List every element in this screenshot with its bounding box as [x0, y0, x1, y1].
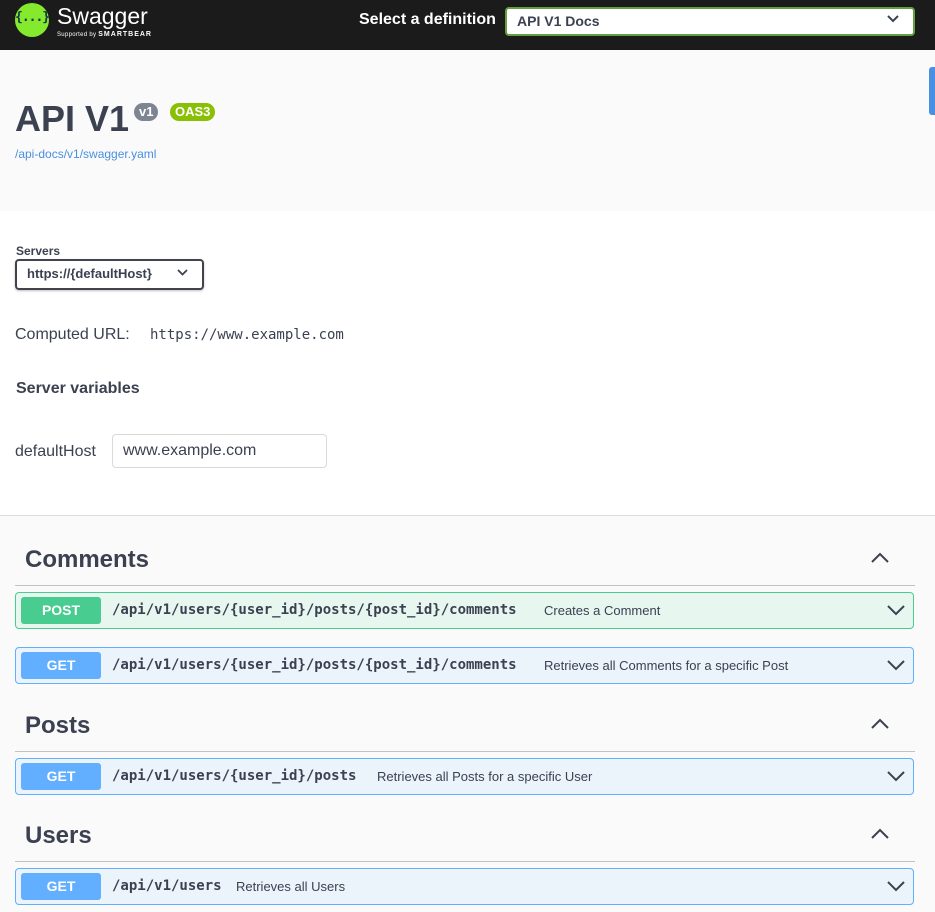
variable-name: defaultHost: [15, 443, 96, 460]
default-host-input[interactable]: [112, 434, 327, 468]
servers-select[interactable]: https://{defaultHost}: [15, 259, 204, 290]
version-badge: v1: [134, 103, 159, 121]
tag-title: Comments: [25, 546, 150, 573]
tag-title: Users: [25, 822, 92, 849]
chevron-down-icon[interactable]: [887, 771, 905, 782]
oas-badge: OAS3: [170, 103, 216, 121]
chevron-down-icon: [887, 15, 899, 23]
operation-get-comments[interactable]: GET /api/v1/users/{user_id}/posts/{post_…: [15, 647, 914, 684]
info-section: [0, 50, 935, 211]
definition-select-value: API V1 Docs: [517, 13, 600, 29]
operation-summary: Retrieves all Posts for a specific User: [377, 769, 593, 784]
tag-title: Posts: [25, 712, 91, 739]
chevron-up-icon[interactable]: [871, 828, 889, 839]
operation-get-posts[interactable]: GET /api/v1/users/{user_id}/posts Retrie…: [15, 758, 914, 795]
logo-subtitle: Supported by SMARTBEAR: [57, 31, 152, 38]
servers-label: Servers: [16, 244, 61, 258]
computed-url-value: https://www.example.com: [150, 327, 344, 343]
chevron-down-icon[interactable]: [887, 881, 905, 892]
chevron-down-icon: [177, 269, 188, 276]
method-badge: GET: [21, 652, 101, 679]
definition-label: Select a definition: [359, 11, 496, 28]
method-badge: POST: [21, 597, 101, 624]
spec-link[interactable]: /api-docs/v1/swagger.yaml: [15, 147, 156, 161]
scroll-handle[interactable]: [929, 67, 935, 115]
chevron-up-icon[interactable]: [871, 718, 889, 729]
operation-get-users[interactable]: GET /api/v1/users Retrieves all Users: [15, 868, 914, 905]
chevron-down-icon[interactable]: [887, 660, 905, 671]
operation-path: /api/v1/users/{user_id}/posts: [112, 768, 357, 784]
server-variables-heading: Server variables: [16, 380, 140, 397]
operation-path: /api/v1/users/{user_id}/posts/{post_id}/…: [112, 657, 517, 673]
logo-sub-prefix: Supported by: [57, 32, 97, 38]
tag-divider: [15, 861, 915, 862]
logo-text: Swagger Supported by SMARTBEAR: [57, 3, 152, 38]
swagger-logo[interactable]: {...} Swagger Supported by SMARTBEAR: [15, 3, 152, 38]
definition-select[interactable]: API V1 Docs: [505, 7, 915, 36]
operation-path: /api/v1/users/{user_id}/posts/{post_id}/…: [112, 602, 517, 618]
logo-symbol: {...}: [15, 10, 50, 25]
tag-divider: [15, 585, 915, 586]
page-title: API V1: [15, 98, 130, 139]
chevron-up-icon[interactable]: [871, 552, 889, 563]
operation-path: /api/v1/users: [112, 878, 222, 894]
logo-title: Swagger: [57, 3, 148, 29]
method-badge: GET: [21, 763, 101, 790]
operation-summary: Retrieves all Comments for a specific Po…: [544, 658, 789, 673]
logo-sub-brand: SMARTBEAR: [98, 31, 152, 38]
tag-divider: [15, 751, 915, 752]
swagger-logo-icon: {...}: [15, 3, 50, 37]
servers-select-value: https://{defaultHost}: [27, 266, 152, 281]
tag-users[interactable]: Users: [15, 816, 915, 862]
method-badge: GET: [21, 873, 101, 900]
operation-post-comments[interactable]: POST /api/v1/users/{user_id}/posts/{post…: [15, 592, 914, 629]
operation-summary: Creates a Comment: [544, 603, 661, 618]
chevron-down-icon[interactable]: [887, 605, 905, 616]
tag-posts[interactable]: Posts: [15, 706, 915, 752]
topbar: {...} Swagger Supported by SMARTBEAR Sel…: [0, 0, 935, 50]
computed-url-label: Computed URL:: [15, 326, 130, 343]
tag-comments[interactable]: Comments: [15, 540, 915, 586]
operation-summary: Retrieves all Users: [236, 879, 346, 894]
